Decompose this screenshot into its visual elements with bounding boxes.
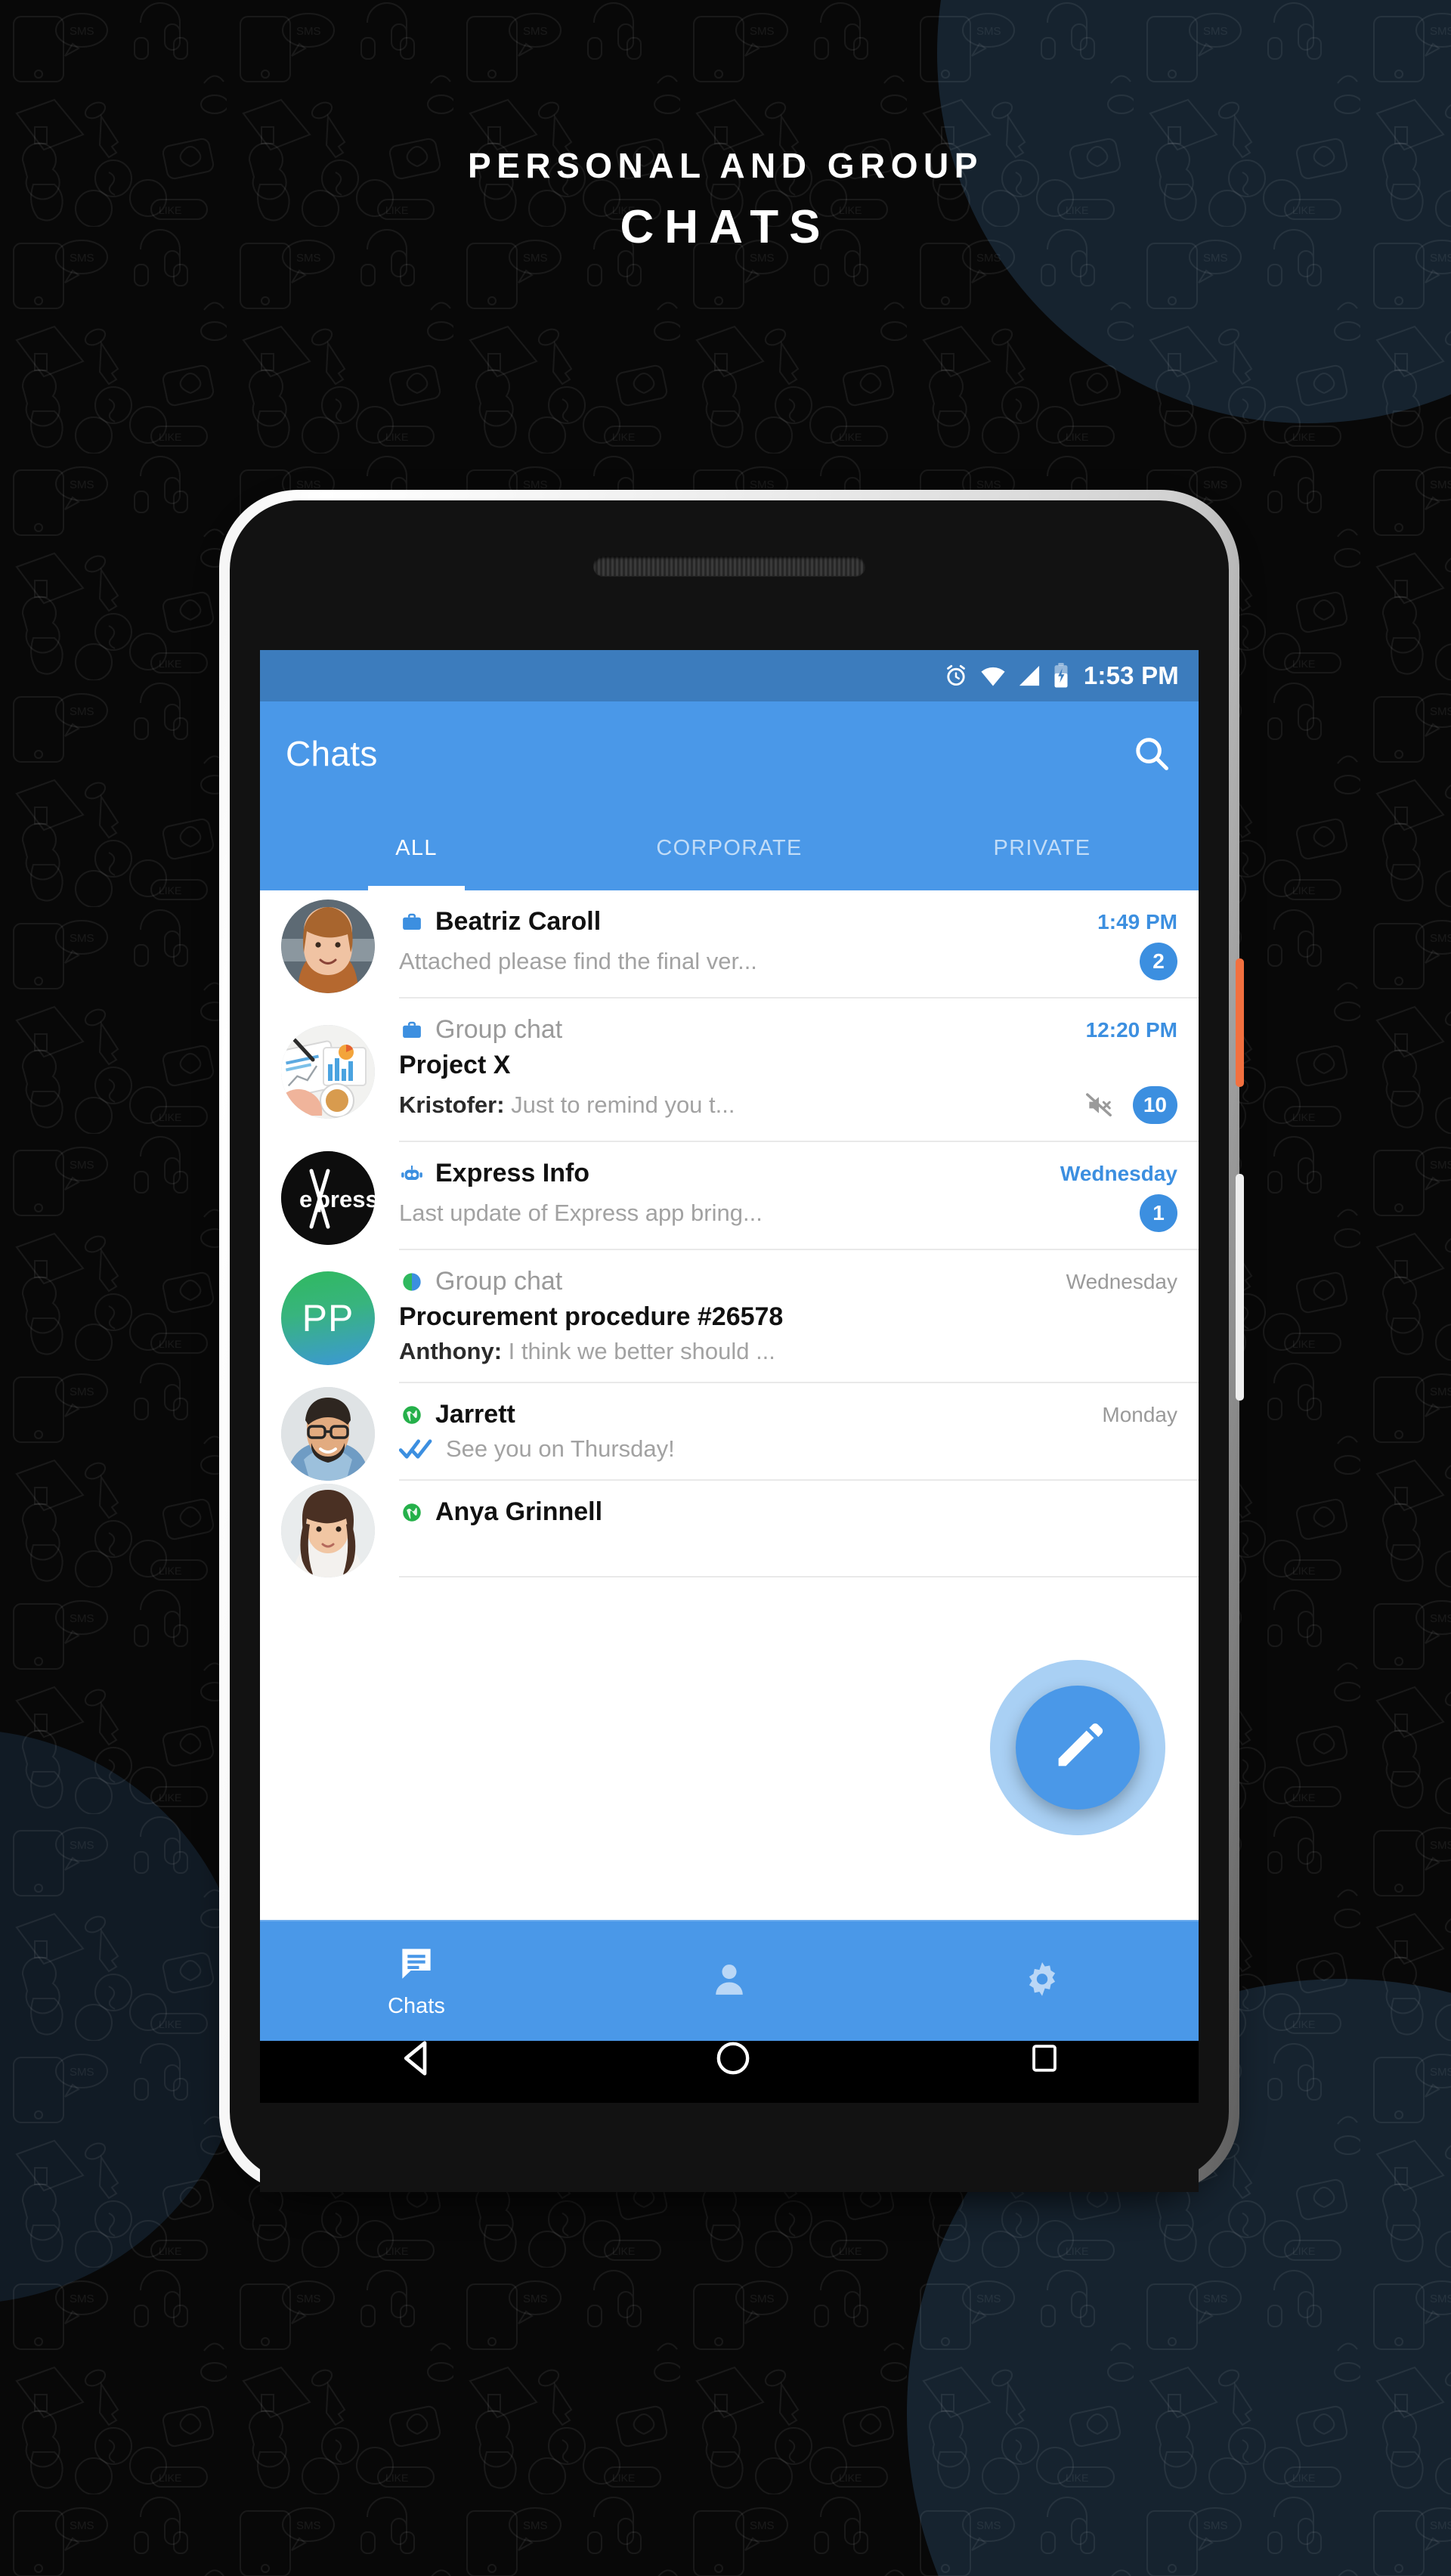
app-bar: Chats <box>260 701 1199 806</box>
chat-item-time: Wednesday <box>1060 1161 1177 1185</box>
chat-item-name: Jarrett <box>435 1400 515 1429</box>
signal-icon <box>1017 664 1041 687</box>
person-icon <box>710 1960 749 2003</box>
mute-icon <box>1084 1091 1113 1119</box>
tab-all[interactable]: ALL <box>260 806 573 890</box>
promo-canvas: SMS LIKE <box>0 0 1451 2576</box>
chat-item-preview: Kristofer: Just to remind you t... <box>399 1091 735 1119</box>
chat-item-sender: Anthony: <box>399 1338 503 1364</box>
unread-badge: 2 <box>1140 943 1177 980</box>
nav-item-chats[interactable]: Chats <box>260 1921 573 2041</box>
promo-headline: PERSONAL AND GROUP CHATS <box>0 148 1451 251</box>
chat-item-type-label: Group chat <box>435 1267 563 1296</box>
chat-item-body: Anya Grinnell <box>399 1481 1199 1577</box>
avatar-initials: PP <box>281 1271 375 1365</box>
nav-item-chats-label: Chats <box>388 1994 445 2018</box>
chat-list-item[interactable]: Anya Grinnell <box>260 1481 1199 1577</box>
chat-item-time: 1:49 PM <box>1097 909 1177 933</box>
tab-private[interactable]: PRIVATE <box>886 806 1199 890</box>
avatar: PP <box>281 1250 382 1383</box>
chat-item-time: Wednesday <box>1066 1269 1177 1293</box>
earpiece-speaker-grille <box>593 556 865 576</box>
chat-item-type-label: Group chat <box>435 1015 563 1044</box>
unread-badge: 1 <box>1140 1194 1177 1232</box>
nav-item-settings[interactable] <box>886 1921 1199 2041</box>
bot-icon <box>399 1161 425 1187</box>
alarm-icon <box>943 663 969 689</box>
chat-item-body: Group chat Wednesday Procurement procedu… <box>399 1250 1199 1383</box>
home-circle-icon[interactable] <box>714 2039 752 2077</box>
chat-item-name: Beatriz Caroll <box>435 907 602 936</box>
avatar <box>281 890 382 999</box>
page-title: Chats <box>286 734 378 773</box>
chat-item-time: 12:20 PM <box>1085 1017 1177 1042</box>
gear-icon <box>1022 1959 1063 2004</box>
chat-item-body: Jarrett Monday See you on Thursday! <box>399 1383 1199 1481</box>
chat-list-item[interactable]: Beatriz Caroll 1:49 PM Attached please f… <box>260 890 1199 999</box>
avatar <box>281 999 382 1142</box>
chat-bubble-icon <box>397 1943 436 1986</box>
globe-green-icon <box>399 1402 425 1428</box>
compose-fab-container <box>990 1660 1165 1835</box>
chat-item-name: Express Info <box>435 1159 590 1187</box>
tab-corporate[interactable]: CORPORATE <box>573 806 886 890</box>
chat-item-preview-text: Just to remind you t... <box>511 1091 735 1118</box>
battery-charging-icon <box>1052 663 1070 689</box>
chat-item-preview-text: I think we better should ... <box>508 1338 775 1364</box>
tab-bar: ALL CORPORATE PRIVATE <box>260 806 1199 890</box>
headline-line-2: CHATS <box>620 201 831 253</box>
chat-item-preview: Last update of Express app bring... <box>399 1200 763 1226</box>
status-bar-clock: 1:53 PM <box>1083 661 1179 689</box>
chat-list[interactable]: Beatriz Caroll 1:49 PM Attached please f… <box>260 890 1199 1920</box>
half-green-blue-circle-icon <box>399 1269 425 1295</box>
headline-line-1: PERSONAL AND GROUP <box>468 146 983 185</box>
chat-list-item[interactable]: Group chat 12:20 PM Project X Kristofer:… <box>260 999 1199 1142</box>
phone-mockup: 1:53 PM Chats ALL CORPORATE PRIVATE Beat… <box>219 490 1244 2198</box>
chat-list-item[interactable]: Jarrett Monday See you on Thursday! <box>260 1383 1199 1481</box>
globe-green-icon <box>399 1500 425 1525</box>
wifi-icon <box>979 664 1007 687</box>
chat-item-body: Beatriz Caroll 1:49 PM Attached please f… <box>399 890 1199 999</box>
avatar <box>281 1481 382 1577</box>
chat-item-preview: See you on Thursday! <box>446 1435 675 1462</box>
svg-text:press: press <box>316 1186 375 1212</box>
chat-item-time: Monday <box>1102 1402 1177 1426</box>
volume-rocker-button[interactable] <box>1236 1174 1244 1401</box>
chat-item-preview: Attached please find the final ver... <box>399 948 757 974</box>
chat-item-subject: Procurement procedure #26578 <box>399 1302 784 1331</box>
chat-item-subject: Project X <box>399 1051 511 1079</box>
phone-screen: 1:53 PM Chats ALL CORPORATE PRIVATE Beat… <box>260 650 1199 2041</box>
chat-item-body: Express Info Wednesday Last update of Ex… <box>399 1142 1199 1250</box>
search-icon[interactable] <box>1131 732 1173 775</box>
chat-item-body: Group chat 12:20 PM Project X Kristofer:… <box>399 999 1199 1142</box>
avatar: e press <box>281 1142 382 1250</box>
briefcase-icon <box>399 1017 425 1043</box>
chat-list-item[interactable]: e press Express Info Wednesday Last upda… <box>260 1142 1199 1250</box>
double-check-read-icon <box>399 1438 432 1460</box>
chat-item-sender: Kristofer: <box>399 1091 505 1118</box>
pencil-icon <box>1048 1717 1107 1779</box>
bottom-navigation-bar: Chats <box>260 1920 1199 2041</box>
avatar <box>281 1383 382 1481</box>
chat-item-name: Anya Grinnell <box>435 1497 603 1526</box>
chat-list-item[interactable]: PP Group chat Wednesday Procurement proc… <box>260 1250 1199 1383</box>
svg-text:e: e <box>299 1186 312 1212</box>
phone-chin <box>260 2103 1199 2192</box>
back-triangle-icon[interactable] <box>398 2038 438 2079</box>
compose-fab-button[interactable] <box>1016 1686 1140 1810</box>
android-status-bar: 1:53 PM <box>260 650 1199 701</box>
nav-item-contacts[interactable] <box>573 1921 886 2041</box>
chat-item-preview: Anthony: I think we better should ... <box>399 1338 775 1365</box>
briefcase-icon <box>399 909 425 935</box>
unread-badge: 10 <box>1132 1086 1177 1124</box>
power-button[interactable] <box>1236 958 1244 1087</box>
recents-square-icon[interactable] <box>1028 2042 1061 2075</box>
